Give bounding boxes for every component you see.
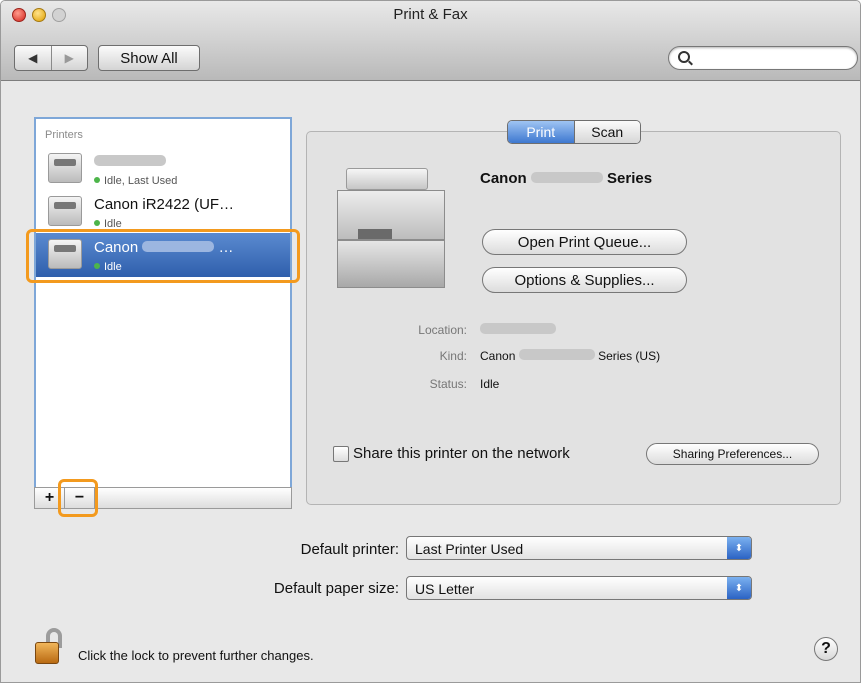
default-paper-size-select[interactable]: US Letter ⬍ bbox=[406, 576, 752, 600]
kind-label: Kind: bbox=[439, 349, 467, 363]
options-supplies-button[interactable]: Options & Supplies... bbox=[482, 267, 687, 293]
select-arrows-icon: ⬍ bbox=[727, 537, 751, 559]
status-value: Idle bbox=[480, 377, 500, 391]
printer-item-1[interactable]: Idle, Last Used bbox=[36, 147, 290, 191]
printer-name bbox=[94, 153, 166, 170]
printers-list-header: Printers bbox=[45, 129, 83, 141]
tab-scan[interactable]: Scan bbox=[573, 121, 640, 143]
printer-image-icon bbox=[331, 160, 449, 288]
share-printer-label[interactable]: Share this printer on the network bbox=[353, 445, 570, 462]
help-button[interactable]: ? bbox=[814, 637, 838, 661]
printer-icon bbox=[48, 196, 82, 226]
printer-model: Canon Series bbox=[480, 170, 653, 187]
redacted-name bbox=[94, 155, 166, 166]
search-field[interactable] bbox=[668, 46, 858, 70]
kind-value: Canon Series (US) bbox=[480, 349, 661, 363]
tab-print[interactable]: Print bbox=[508, 121, 574, 143]
status-label: Status: bbox=[429, 377, 467, 391]
idle-dot-icon bbox=[94, 220, 100, 226]
printer-status: Idle, Last Used bbox=[94, 175, 177, 187]
titlebar: Print & Fax ◀ ▶ Show All bbox=[1, 1, 860, 81]
share-printer-checkbox[interactable] bbox=[333, 446, 349, 462]
lock-status-text: Click the lock to prevent further change… bbox=[78, 648, 314, 663]
navigation-buttons: ◀ ▶ bbox=[14, 45, 88, 71]
printer-name: Canon iR2422 (UF… bbox=[94, 196, 235, 213]
redacted-kind bbox=[518, 349, 595, 360]
print-fax-window: Print & Fax ◀ ▶ Show All Printers Idle, … bbox=[0, 0, 861, 683]
window-title: Print & Fax bbox=[393, 6, 468, 23]
default-paper-size-value: US Letter bbox=[415, 581, 475, 597]
selected-printer-highlight bbox=[26, 229, 300, 283]
back-button[interactable]: ◀ bbox=[15, 46, 51, 70]
search-icon bbox=[678, 51, 690, 63]
idle-dot-icon bbox=[94, 177, 100, 183]
printer-icon bbox=[48, 153, 82, 183]
redacted-location bbox=[480, 323, 556, 334]
sharing-preferences-button[interactable]: Sharing Preferences... bbox=[646, 443, 819, 465]
open-print-queue-button[interactable]: Open Print Queue... bbox=[482, 229, 687, 255]
default-paper-size-label: Default paper size: bbox=[273, 580, 399, 597]
default-printer-select[interactable]: Last Printer Used ⬍ bbox=[406, 536, 752, 560]
printer-item-2[interactable]: Canon iR2422 (UF… Idle bbox=[36, 190, 290, 234]
location-label: Location: bbox=[418, 323, 467, 337]
printers-list[interactable]: Printers Idle, Last Used Canon iR2422 (U… bbox=[34, 117, 292, 489]
redacted-model bbox=[530, 172, 603, 183]
search-input[interactable] bbox=[695, 49, 845, 67]
default-printer-label: Default printer: bbox=[300, 541, 399, 558]
show-all-button[interactable]: Show All bbox=[98, 45, 200, 71]
select-arrows-icon: ⬍ bbox=[727, 577, 751, 599]
default-printer-value: Last Printer Used bbox=[415, 541, 524, 557]
remove-button-highlight bbox=[58, 479, 98, 517]
print-scan-tabs: Print Scan bbox=[507, 120, 641, 144]
lock-icon[interactable] bbox=[35, 628, 67, 666]
location-value bbox=[480, 323, 556, 337]
forward-button[interactable]: ▶ bbox=[50, 46, 88, 70]
